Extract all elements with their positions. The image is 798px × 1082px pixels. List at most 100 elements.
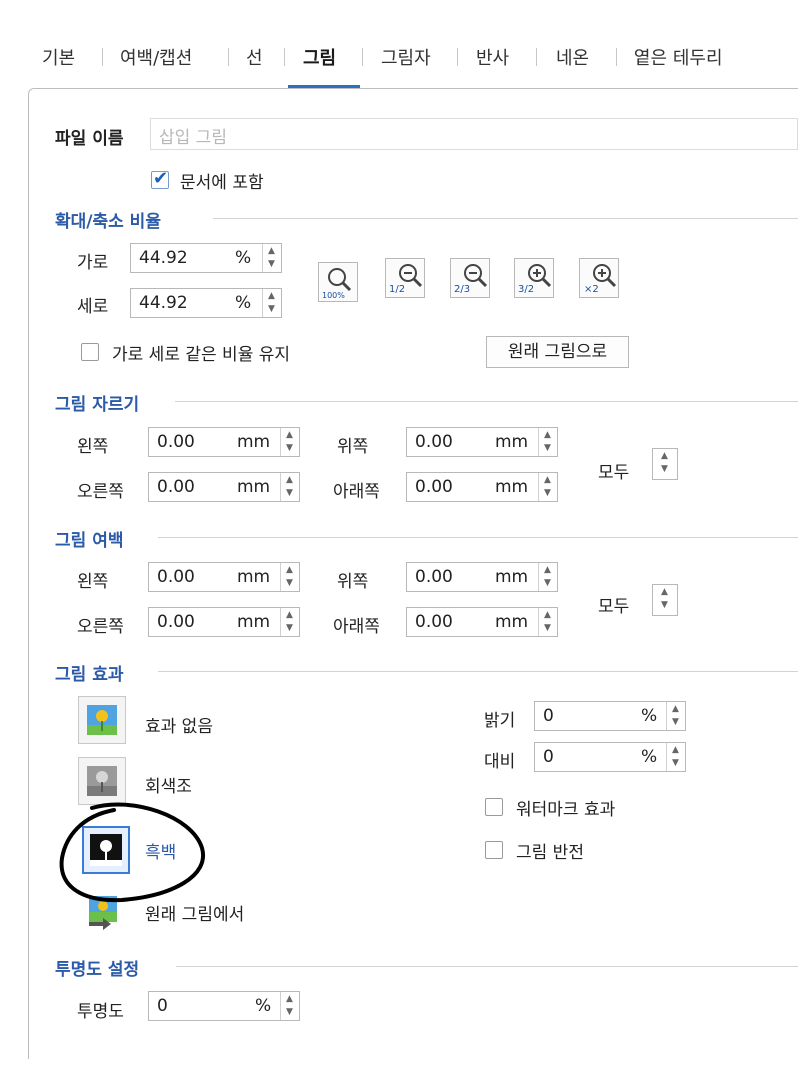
tab-basic[interactable]: 기본 bbox=[42, 44, 75, 70]
spinner[interactable]: ▲ ▼ bbox=[280, 992, 299, 1020]
embed-in-document-checkbox[interactable]: ✔ bbox=[151, 168, 169, 189]
effect-restore-label: 원래 그림에서 bbox=[145, 905, 245, 925]
section-divider bbox=[175, 401, 798, 402]
tab-margin-caption[interactable]: 여백/캡션 bbox=[120, 44, 192, 70]
effect-none-button[interactable] bbox=[78, 696, 126, 744]
crop-top-field[interactable]: 0.00 mm ▲ ▼ bbox=[406, 427, 558, 457]
spinner[interactable]: ▲ ▼ bbox=[280, 608, 299, 636]
spinner-up-icon[interactable]: ▲ bbox=[286, 431, 293, 440]
spinner[interactable]: ▲ ▼ bbox=[538, 608, 557, 636]
transparency-value: 0 bbox=[157, 996, 168, 1016]
spinner-up-icon[interactable]: ▲ bbox=[661, 452, 668, 461]
spinner-up-icon[interactable]: ▲ bbox=[286, 995, 293, 1004]
margin-bottom-label: 아래쪽 bbox=[333, 617, 380, 637]
spinner-down-icon[interactable]: ▼ bbox=[544, 579, 551, 588]
spinner-up-icon[interactable]: ▲ bbox=[672, 705, 679, 714]
zoom-two-thirds-button[interactable]: 2/3 bbox=[450, 258, 490, 298]
tab-reflection[interactable]: 반사 bbox=[476, 44, 509, 70]
tab-separator bbox=[616, 48, 617, 66]
margin-top-field[interactable]: 0.00 mm ▲ ▼ bbox=[406, 562, 558, 592]
spinner[interactable]: ▲ ▼ bbox=[666, 743, 685, 771]
spinner-down-icon[interactable]: ▼ bbox=[286, 444, 293, 453]
scale-height-field[interactable]: 44.92 % ▲ ▼ bbox=[130, 288, 282, 318]
tab-separator bbox=[536, 48, 537, 66]
restore-original-size-button[interactable]: 원래 그림으로 bbox=[486, 336, 629, 368]
spinner-down-icon[interactable]: ▼ bbox=[268, 260, 275, 269]
effect-black-white-button[interactable] bbox=[82, 826, 130, 874]
tab-separator bbox=[284, 48, 285, 66]
margin-all-spinner[interactable]: ▲ ▼ bbox=[652, 584, 678, 616]
spinner-up-icon[interactable]: ▲ bbox=[544, 431, 551, 440]
spinner-up-icon[interactable]: ▲ bbox=[544, 476, 551, 485]
zoom-100-icon: 100% bbox=[322, 268, 352, 300]
zoom-three-halves-button[interactable]: 3/2 bbox=[514, 258, 554, 298]
effect-section-title: 그림 효과 bbox=[55, 665, 124, 685]
margin-left-field[interactable]: 0.00 mm ▲ ▼ bbox=[148, 562, 300, 592]
spinner-down-icon[interactable]: ▼ bbox=[661, 601, 668, 610]
crop-bottom-field[interactable]: 0.00 mm ▲ ▼ bbox=[406, 472, 558, 502]
contrast-field[interactable]: 0 % ▲ ▼ bbox=[534, 742, 686, 772]
spinner-down-icon[interactable]: ▼ bbox=[286, 1008, 293, 1017]
margin-left-value: 0.00 bbox=[157, 567, 195, 587]
spinner[interactable]: ▲ ▼ bbox=[666, 702, 685, 730]
spinner-down-icon[interactable]: ▼ bbox=[286, 624, 293, 633]
spinner[interactable]: ▲ ▼ bbox=[280, 473, 299, 501]
spinner-down-icon[interactable]: ▼ bbox=[544, 624, 551, 633]
spinner-up-icon[interactable]: ▲ bbox=[672, 746, 679, 755]
mm-unit: mm bbox=[495, 477, 529, 497]
spinner[interactable]: ▲ ▼ bbox=[280, 563, 299, 591]
section-divider bbox=[213, 218, 798, 219]
spinner-down-icon[interactable]: ▼ bbox=[286, 579, 293, 588]
spinner-up-icon[interactable]: ▲ bbox=[286, 476, 293, 485]
invert-checkbox[interactable] bbox=[485, 841, 503, 859]
spinner-down-icon[interactable]: ▼ bbox=[286, 489, 293, 498]
tab-neon[interactable]: 네온 bbox=[556, 44, 589, 70]
spinner-down-icon[interactable]: ▼ bbox=[544, 444, 551, 453]
effect-restore-button[interactable] bbox=[78, 887, 126, 935]
tab-separator bbox=[102, 48, 103, 66]
spinner[interactable]: ▲ ▼ bbox=[538, 563, 557, 591]
transparency-section-title: 투명도 설정 bbox=[55, 960, 140, 980]
spinner-up-icon[interactable]: ▲ bbox=[661, 588, 668, 597]
tab-shadow[interactable]: 그림자 bbox=[381, 44, 431, 70]
effect-grayscale-button[interactable] bbox=[78, 757, 126, 805]
spinner-up-icon[interactable]: ▲ bbox=[286, 611, 293, 620]
zoom-double-button[interactable]: ×2 bbox=[579, 258, 619, 298]
svg-text:3/2: 3/2 bbox=[518, 284, 534, 295]
watermark-label: 워터마크 효과 bbox=[516, 800, 616, 820]
zoom-100-button[interactable]: 100% bbox=[318, 262, 358, 302]
keep-ratio-checkbox[interactable] bbox=[81, 343, 99, 361]
zoom-half-button[interactable]: 1/2 bbox=[385, 258, 425, 298]
spinner-up-icon[interactable]: ▲ bbox=[268, 247, 275, 256]
spinner-down-icon[interactable]: ▼ bbox=[672, 759, 679, 768]
spinner[interactable]: ▲ ▼ bbox=[653, 449, 677, 479]
brightness-field[interactable]: 0 % ▲ ▼ bbox=[534, 701, 686, 731]
spinner[interactable]: ▲ ▼ bbox=[538, 428, 557, 456]
spinner[interactable]: ▲ ▼ bbox=[262, 244, 281, 272]
spinner-up-icon[interactable]: ▲ bbox=[286, 566, 293, 575]
spinner-up-icon[interactable]: ▲ bbox=[544, 566, 551, 575]
spinner-down-icon[interactable]: ▼ bbox=[661, 465, 668, 474]
spinner-down-icon[interactable]: ▼ bbox=[672, 718, 679, 727]
tab-picture[interactable]: 그림 bbox=[303, 44, 336, 70]
spinner-up-icon[interactable]: ▲ bbox=[268, 292, 275, 301]
tab-separator bbox=[457, 48, 458, 66]
crop-right-field[interactable]: 0.00 mm ▲ ▼ bbox=[148, 472, 300, 502]
transparency-field[interactable]: 0 % ▲ ▼ bbox=[148, 991, 300, 1021]
spinner-down-icon[interactable]: ▼ bbox=[268, 305, 275, 314]
watermark-checkbox[interactable] bbox=[485, 798, 503, 816]
scale-width-value: 44.92 bbox=[139, 248, 188, 268]
tab-line[interactable]: 선 bbox=[246, 44, 263, 70]
margin-right-field[interactable]: 0.00 mm ▲ ▼ bbox=[148, 607, 300, 637]
scale-width-field[interactable]: 44.92 % ▲ ▼ bbox=[130, 243, 282, 273]
spinner[interactable]: ▲ ▼ bbox=[262, 289, 281, 317]
crop-left-field[interactable]: 0.00 mm ▲ ▼ bbox=[148, 427, 300, 457]
margin-bottom-field[interactable]: 0.00 mm ▲ ▼ bbox=[406, 607, 558, 637]
spinner-down-icon[interactable]: ▼ bbox=[544, 489, 551, 498]
tab-soft-edge[interactable]: 옅은 테두리 bbox=[634, 44, 723, 70]
spinner[interactable]: ▲ ▼ bbox=[653, 585, 677, 615]
spinner[interactable]: ▲ ▼ bbox=[538, 473, 557, 501]
spinner-up-icon[interactable]: ▲ bbox=[544, 611, 551, 620]
spinner[interactable]: ▲ ▼ bbox=[280, 428, 299, 456]
crop-all-spinner[interactable]: ▲ ▼ bbox=[652, 448, 678, 480]
